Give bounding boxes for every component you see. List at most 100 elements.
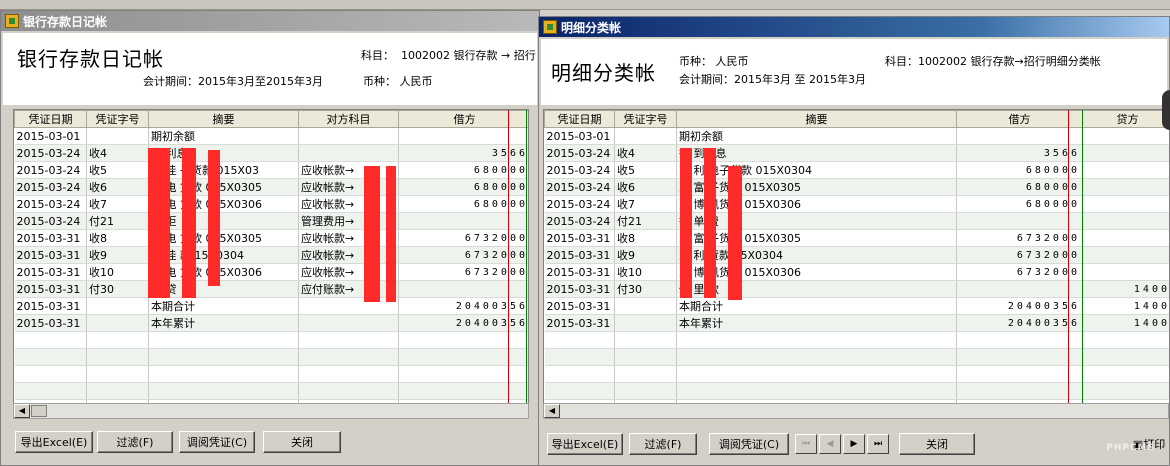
column-header[interactable]: 借方 <box>398 110 528 128</box>
cell-counter <box>298 348 399 366</box>
cell-voucher <box>614 331 677 349</box>
table-row[interactable]: 2015-03-31付30 千 贷应付账款→ <box>14 280 528 298</box>
table-row[interactable]: 2015-03-24收6 到 富 子货款 015X0305680000 <box>544 178 1169 196</box>
cell-date <box>14 331 87 349</box>
cell-summary: 行 到利息 <box>676 144 957 162</box>
cell-voucher <box>614 348 677 366</box>
cell-date: 2015-03-31 <box>14 263 87 281</box>
cell-date: 2015-03-24 <box>14 178 87 196</box>
cell-debit <box>956 348 1083 366</box>
close-button[interactable]: 关闭 <box>263 431 341 453</box>
cell-debit <box>398 348 528 366</box>
subject-value: 1002002 银行存款 → 招行 <box>401 49 536 62</box>
filter-button[interactable]: 过滤(F) <box>629 433 697 455</box>
cell-debit: 3566 <box>956 144 1083 162</box>
table-row[interactable] <box>14 331 528 349</box>
table-row[interactable]: 2015-03-31 本年累计 20400356 <box>14 314 528 332</box>
table-row[interactable] <box>544 382 1169 400</box>
cell-voucher <box>614 314 677 332</box>
cell-credit <box>1082 331 1169 349</box>
table-row[interactable]: 2015-03-31收8 到 富 子货款 015X03056732000 <box>544 229 1169 247</box>
view-voucher-button[interactable]: 调阅凭证(C) <box>709 433 789 455</box>
table-row[interactable]: 2015-03-24付21 回 柜管理费用→ <box>14 212 528 230</box>
column-header[interactable]: 凭证日期 <box>14 110 87 128</box>
column-header[interactable]: 摘要 <box>676 110 957 128</box>
scroll-thumb[interactable] <box>31 405 47 417</box>
table-row[interactable] <box>14 348 528 366</box>
cell-summary: 到 利 电子货款 015X0304 <box>676 161 957 179</box>
cell-date <box>14 365 87 383</box>
cell-summary: 本期合计 <box>148 297 299 315</box>
table-row[interactable]: 2015-03-24 收7 远 电 货款 015X0306 应收帐款→ 680000 <box>14 195 528 213</box>
export-excel-button[interactable]: 导出Excel(E) <box>15 431 93 453</box>
cell-debit: 3566 <box>398 144 528 162</box>
cell-debit: 6732000 <box>956 246 1083 264</box>
cell-date: 2015-03-24 <box>14 212 87 230</box>
table-row[interactable]: 2015-03-31收10 到 博 讯货款 015X03066732000 <box>544 263 1169 281</box>
cell-date: 2015-03-24 <box>544 178 615 196</box>
horizontal-scrollbar[interactable]: ◀ <box>13 403 529 419</box>
table-row[interactable]: 2015-03-31收9 到 利 货款 15X03046732000 <box>544 246 1169 264</box>
cell-voucher <box>86 382 149 400</box>
window-title: 银行存款日记帐 <box>23 14 108 29</box>
table-row[interactable]: 2015-03-31 收9 德 佳 款 15X0304 应收帐款→ 6732000 <box>14 246 528 264</box>
detail-ledger-titlebar[interactable]: 明细分类帐 <box>539 17 1169 37</box>
table-row[interactable]: 2015-03-24收4收 利息 3566 <box>14 144 528 162</box>
cell-debit <box>956 212 1083 230</box>
cell-summary: 到 富 子货款 015X0305 <box>676 229 957 247</box>
cell-date: 2015-03-31 <box>14 314 87 332</box>
column-header[interactable]: 凭证日期 <box>544 110 615 128</box>
table-row[interactable]: 2015-03-24 收5 到 利 电子货款 015X0304 680000 <box>544 161 1169 179</box>
cell-date <box>544 382 615 400</box>
filter-button[interactable]: 过滤(F) <box>97 431 173 453</box>
view-voucher-button[interactable]: 调阅凭证(C) <box>179 431 255 453</box>
column-header[interactable]: 摘要 <box>148 110 299 128</box>
next-record-icon[interactable]: ▶ <box>843 434 865 454</box>
table-row[interactable] <box>544 365 1169 383</box>
table-row[interactable]: 2015-03-31 付30 保 里 款 1400 <box>544 280 1169 298</box>
table-row[interactable]: 2015-03-24 收4 行 到利息 3566 <box>544 144 1169 162</box>
cell-summary <box>676 348 957 366</box>
column-header[interactable]: 借方 <box>956 110 1083 128</box>
scroll-left-button[interactable]: ◀ <box>544 404 560 418</box>
table-row[interactable]: 2015-03-31 收10 远 电 货款 015X0306 应收帐款→ 673200… <box>14 263 528 281</box>
cell-voucher <box>86 297 149 315</box>
cell-summary: 到 利 货款 15X0304 <box>676 246 957 264</box>
table-row[interactable]: 2015-03-24 收5 德 佳 子货款 015X03 应收帐款→ 680000 <box>14 161 528 179</box>
table-row[interactable]: 2015-03-24 收6 创 电 货款 015X0305 应收帐款→ 680000 <box>14 178 528 196</box>
table-row[interactable]: 2015-03-01 期初余额 <box>544 127 1169 145</box>
table-row[interactable] <box>14 382 528 400</box>
window-title: 明细分类帐 <box>561 20 622 35</box>
bank-journal-titlebar[interactable]: 银行存款日记帐 <box>1 11 539 31</box>
table-row[interactable]: 2015-03-24 付21 行 单 费 <box>544 212 1169 230</box>
table-row[interactable]: 2015-03-31 收8 创 电 货款 015X0305 应收帐款→ 6732000 <box>14 229 528 247</box>
cell-date: 2015-03-24 <box>544 144 615 162</box>
scroll-left-button[interactable]: ◀ <box>14 404 30 418</box>
table-row[interactable]: 2015-03-31 本年累计 20400356 1400 <box>544 314 1169 332</box>
table-row[interactable] <box>544 348 1169 366</box>
cell-credit <box>1082 382 1169 400</box>
close-button[interactable]: 关闭 <box>899 433 975 455</box>
export-excel-button[interactable]: 导出Excel(E) <box>547 433 623 455</box>
column-header[interactable]: 凭证字号 <box>614 110 677 128</box>
table-row[interactable]: 2015-03-31 本期合计 20400356 1400 <box>544 297 1169 315</box>
report-header: 明细分类帐 币种： 人民币 会计期间：2015年3月 至 2015年3月 科目：… <box>541 39 1167 105</box>
table-row[interactable] <box>14 365 528 383</box>
column-header[interactable]: 对方科目 <box>298 110 399 128</box>
column-header[interactable]: 凭证字号 <box>86 110 149 128</box>
column-header[interactable]: 贷方 <box>1082 110 1169 128</box>
scroll-handle-icon[interactable] <box>1162 90 1170 130</box>
table-row[interactable]: 2015-03-24收7 到 博 讯货款 015X0306680000 <box>544 195 1169 213</box>
first-record-icon[interactable]: ⏮ <box>795 434 817 454</box>
journal-grid[interactable]: 凭证日期 凭证字号 摘要 对方科目 借方 2015-03-01 期初余额 2015-03-2… <box>13 109 529 405</box>
table-row[interactable]: 2015-03-31 本期合计 20400356 <box>14 297 528 315</box>
ledger-grid[interactable]: 凭证日期 凭证字号 摘要 借方 贷方 2015-03-01 期初余额 2015-03-24 收… <box>543 109 1169 405</box>
prev-record-icon[interactable]: ◀ <box>819 434 841 454</box>
table-row[interactable] <box>544 331 1169 349</box>
table-row[interactable]: 2015-03-01 期初余额 <box>14 127 528 145</box>
cell-date: 2015-03-24 <box>14 161 87 179</box>
cell-date <box>544 331 615 349</box>
horizontal-scrollbar[interactable]: ◀ <box>543 403 1169 419</box>
last-record-icon[interactable]: ⏭ <box>867 434 889 454</box>
cell-voucher <box>86 314 149 332</box>
